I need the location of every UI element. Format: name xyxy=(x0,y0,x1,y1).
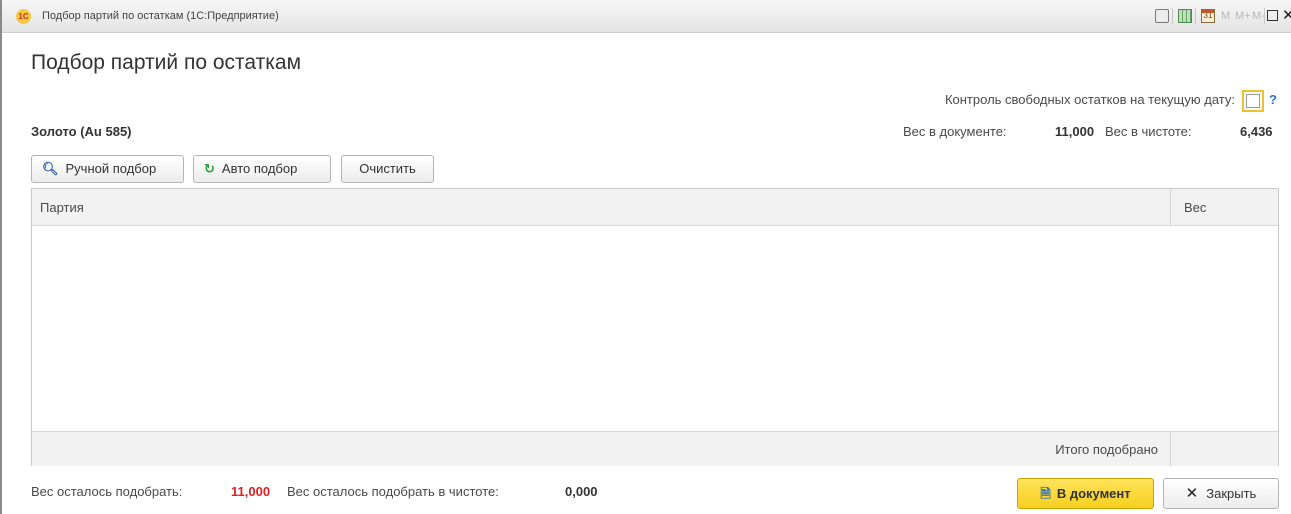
help-icon[interactable]: ? xyxy=(1269,92,1277,107)
search-icon: 🔍︎ xyxy=(42,161,59,176)
page-title: Подбор партий по остаткам xyxy=(31,51,302,74)
memory-button-1[interactable]: M xyxy=(1221,10,1230,22)
memory-button-3[interactable]: M- xyxy=(1252,10,1265,22)
metal-name: Золото (Au 585) xyxy=(31,124,132,139)
close-button[interactable]: ✕ Закрыть xyxy=(1163,478,1279,509)
doc-weight-value: 11,000 xyxy=(1055,124,1095,139)
column-divider xyxy=(1170,189,1171,225)
toolbar-separator xyxy=(1172,8,1173,24)
manual-select-button[interactable]: 🔍︎ Ручной подбор xyxy=(31,155,184,183)
net-weight-label: Вес в чистоте: xyxy=(1105,124,1192,139)
parties-table[interactable]: Партия Вес Итого подобрано xyxy=(31,188,1279,466)
close-icon[interactable]: ✕ xyxy=(1282,6,1291,24)
toolbar-separator xyxy=(1195,8,1196,24)
app-logo-icon: 1С xyxy=(16,9,31,24)
total-selected-label: Итого подобрано xyxy=(1055,442,1158,457)
control-free-stock-checkbox[interactable] xyxy=(1242,90,1264,112)
window-border xyxy=(0,0,2,514)
column-divider xyxy=(1170,432,1171,466)
window-title: Подбор партий по остаткам (1С:Предприяти… xyxy=(42,10,279,22)
close-icon: ✕ xyxy=(1185,485,1199,502)
to-document-button[interactable]: 🗎︎ В документ xyxy=(1017,478,1154,509)
table-body[interactable] xyxy=(32,226,1278,431)
table-footer: Итого подобрано xyxy=(32,431,1278,466)
calculator-icon[interactable] xyxy=(1178,9,1192,23)
calendar-icon[interactable]: 31 xyxy=(1201,9,1215,23)
toolbar-separator xyxy=(1264,8,1265,24)
auto-select-button[interactable]: ↻ Авто подбор xyxy=(193,155,331,183)
clear-button[interactable]: Очистить xyxy=(341,155,434,183)
column-header-party[interactable]: Партия xyxy=(40,200,84,215)
doc-weight-label: Вес в документе: xyxy=(903,124,1007,139)
memory-button-2[interactable]: M+ xyxy=(1235,10,1251,22)
document-icon: 🗎︎ xyxy=(1040,486,1051,501)
net-weight-value: 6,436 xyxy=(1240,124,1273,139)
remaining-weight-label: Вес осталось подобрать: xyxy=(31,484,183,499)
refresh-icon: ↻ xyxy=(204,161,215,176)
remaining-net-weight-label: Вес осталось подобрать в чистоте: xyxy=(287,484,499,499)
title-bar: 1С Подбор партий по остаткам (1С:Предпри… xyxy=(2,0,1291,33)
column-header-weight[interactable]: Вес xyxy=(1184,200,1206,215)
maximize-icon[interactable] xyxy=(1267,10,1278,21)
control-free-stock-label: Контроль свободных остатков на текущую д… xyxy=(944,92,1235,107)
print-icon[interactable] xyxy=(1155,9,1169,23)
table-header: Партия Вес xyxy=(32,189,1278,226)
remaining-weight-value: 11,000 xyxy=(231,484,271,499)
remaining-net-weight-value: 0,000 xyxy=(565,484,598,499)
